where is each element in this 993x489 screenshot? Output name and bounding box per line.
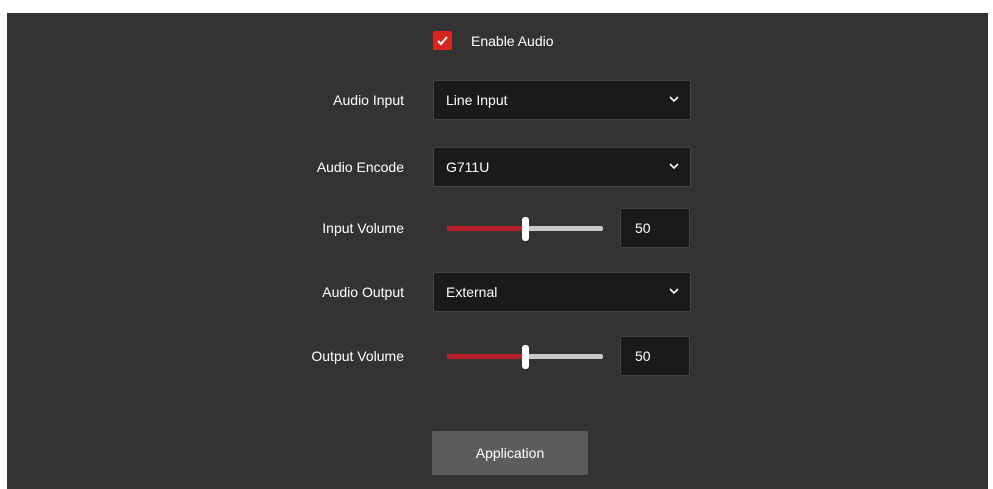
output-volume-row: Output Volume 50: [7, 336, 988, 376]
audio-output-select[interactable]: External: [433, 272, 691, 312]
audio-settings-panel: Enable Audio Audio Input Line Input Audi…: [7, 13, 988, 489]
enable-audio-checkbox[interactable]: [433, 31, 452, 50]
output-volume-field[interactable]: 50: [620, 336, 690, 376]
input-volume-slider[interactable]: [447, 208, 603, 248]
input-volume-label: Input Volume: [322, 220, 404, 236]
audio-input-value: Line Input: [446, 92, 508, 108]
slider-fill: [447, 354, 525, 359]
checkmark-icon: [437, 36, 448, 46]
slider-thumb[interactable]: [522, 217, 529, 241]
enable-audio-label: Enable Audio: [471, 33, 554, 49]
audio-output-value: External: [446, 284, 498, 300]
audio-output-row: Audio Output External: [7, 272, 988, 312]
chevron-down-icon: [669, 96, 679, 103]
audio-encode-label: Audio Encode: [316, 159, 404, 175]
audio-output-label: Audio Output: [322, 284, 404, 300]
audio-encode-row: Audio Encode G711U: [7, 147, 988, 187]
audio-encode-select[interactable]: G711U: [433, 147, 691, 187]
audio-encode-value: G711U: [446, 159, 490, 175]
audio-input-row: Audio Input Line Input: [7, 80, 988, 120]
slider-thumb[interactable]: [522, 345, 529, 369]
chevron-down-icon: [669, 163, 679, 170]
output-volume-slider[interactable]: [447, 336, 603, 376]
output-volume-label: Output Volume: [311, 348, 404, 364]
input-volume-row: Input Volume 50: [7, 208, 988, 248]
application-button[interactable]: Application: [432, 431, 588, 475]
chevron-down-icon: [669, 288, 679, 295]
audio-input-label: Audio Input: [333, 92, 404, 108]
input-volume-field[interactable]: 50: [620, 208, 690, 248]
audio-input-select[interactable]: Line Input: [433, 80, 691, 120]
slider-fill: [447, 226, 525, 231]
